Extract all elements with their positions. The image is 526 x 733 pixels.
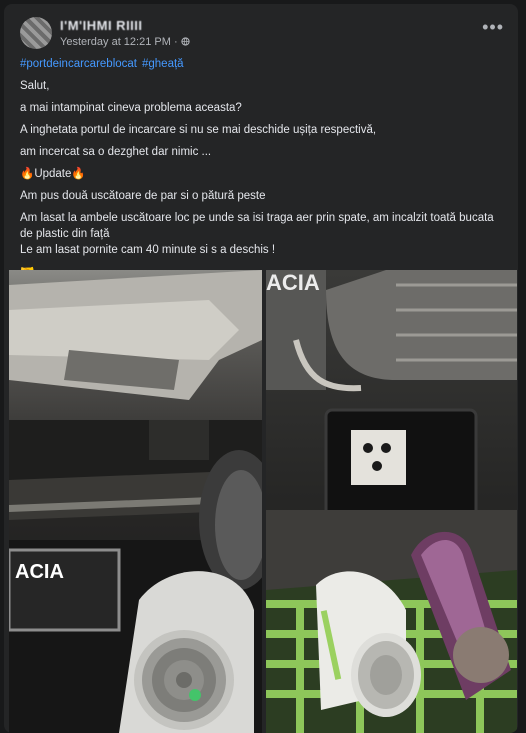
brand-badge-left: ACIA [15,561,64,583]
post-meta: Yesterday at 12:21 PM · [60,36,190,48]
post-text: Am lasat la ambele uscătoare loc pe unde… [20,212,494,240]
post-text: a mai intampinat cineva problema aceasta… [20,102,242,114]
hashtag-link[interactable]: #gheață [142,58,184,70]
post-body: #portdeincarcareblocat #gheață Salut, a m… [20,56,504,286]
post-card: I'M'IHMI RIIII Yesterday at 12:21 PM · •… [4,4,518,733]
timestamp[interactable]: Yesterday at 12:21 PM [60,36,171,48]
avatar[interactable] [20,17,52,49]
post-text: am incercat sa o dezghet dar nimic ... [20,146,212,158]
photo-grid: ACIA ACIA [9,270,517,733]
photo-car-front-dryer[interactable]: ACIA [9,270,262,733]
post-text: A inghetata portul de incarcare si nu se… [20,124,377,136]
post-text: Le am lasat pornite cam 40 minute si s a… [20,244,276,256]
post-text: Am pus două uscătoare de par si o pătură… [20,190,266,202]
brand-badge-right: ACIA [266,270,320,295]
post-text: Salut, [20,80,50,92]
hashtag-link[interactable]: #portdeincarcareblocat [20,58,137,70]
hashtag-row: #portdeincarcareblocat #gheață [20,56,504,72]
author-name[interactable]: I'M'IHMI RIIII [60,18,143,33]
meta-separator: · [173,36,178,48]
globe-icon [181,37,190,46]
photo-charging-port-dryers[interactable]: ACIA [266,270,517,733]
more-options-icon[interactable]: ••• [482,18,504,36]
post-header: I'M'IHMI RIIII Yesterday at 12:21 PM · •… [16,14,506,58]
post-text: 🔥Update🔥 [20,168,86,180]
